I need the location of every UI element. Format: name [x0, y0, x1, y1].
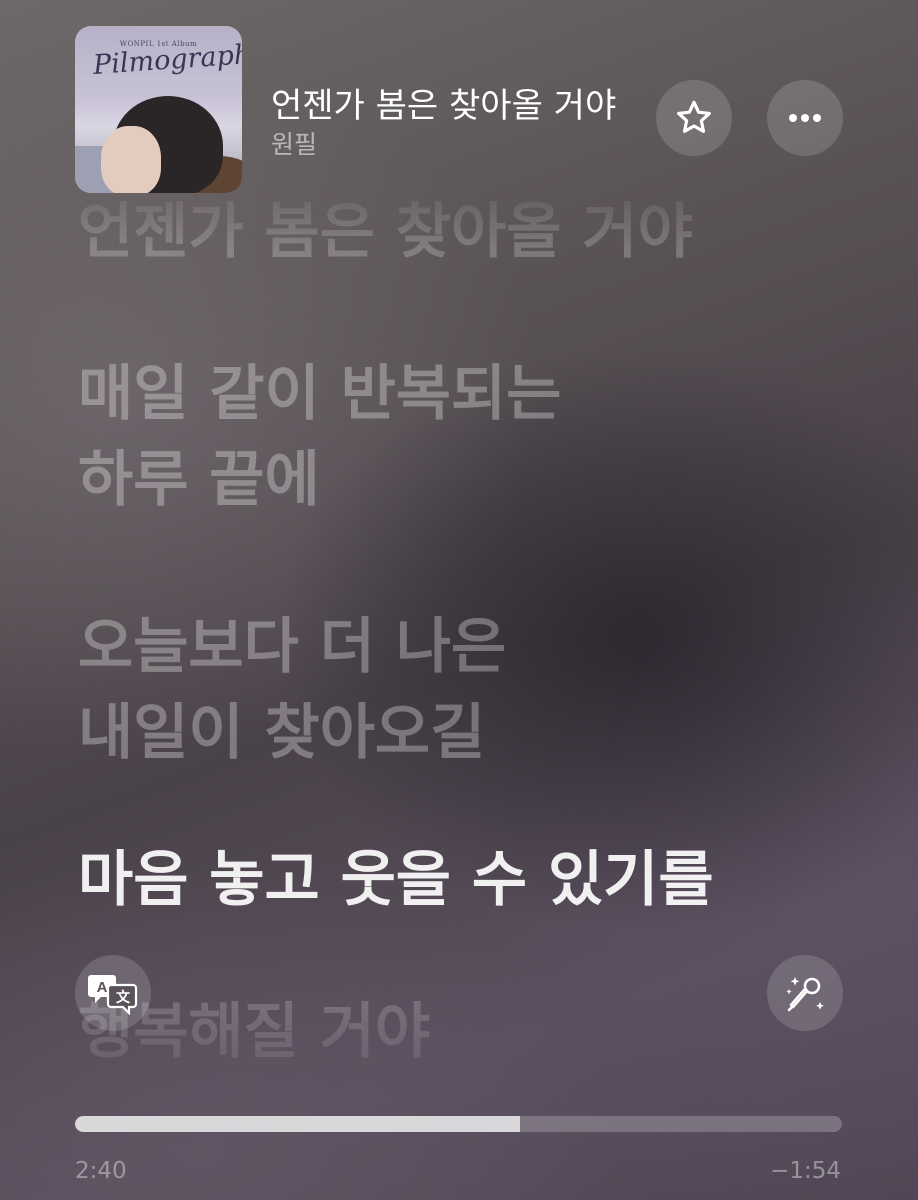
- svg-text:A: A: [97, 979, 108, 996]
- star-icon: [677, 100, 711, 133]
- elapsed-time: 2:40: [75, 1158, 127, 1184]
- album-art-figure-face: [101, 126, 161, 193]
- lyric-line[interactable]: 하루 끝에: [78, 438, 320, 522]
- lyric-line[interactable]: 매일 같이 반복되는: [78, 352, 561, 436]
- sing-mode-button[interactable]: [767, 955, 843, 1031]
- favorite-button[interactable]: [656, 80, 732, 156]
- playback-progress-fill: [75, 1116, 520, 1132]
- lyric-line[interactable]: 오늘보다 더 나은: [78, 605, 506, 689]
- song-artist[interactable]: 원필: [271, 125, 317, 161]
- svg-text:文: 文: [116, 989, 131, 1006]
- more-options-button[interactable]: [767, 80, 843, 156]
- lyric-line-previous[interactable]: 언젠가 봄은 찾아올 거야: [78, 190, 693, 274]
- playback-progress-bar[interactable]: [75, 1116, 842, 1132]
- microphone-sparkle-icon: [786, 977, 824, 1012]
- lyric-line[interactable]: 내일이 찾아오길: [78, 691, 485, 775]
- translate-lyrics-button[interactable]: A 文: [75, 955, 151, 1031]
- translate-icon: A 文: [88, 975, 138, 1015]
- album-art[interactable]: WONPIL 1st Album Pilmography: [75, 26, 242, 193]
- now-playing-header: WONPIL 1st Album Pilmography 언젠가 봄은 찾아올 …: [0, 0, 918, 210]
- song-title[interactable]: 언젠가 봄은 찾아올 거야: [271, 78, 616, 127]
- lyric-line-current[interactable]: 마음 놓고 웃을 수 있기를: [78, 838, 714, 922]
- remaining-time: −1:54: [770, 1158, 841, 1184]
- ellipsis-icon: [789, 114, 821, 122]
